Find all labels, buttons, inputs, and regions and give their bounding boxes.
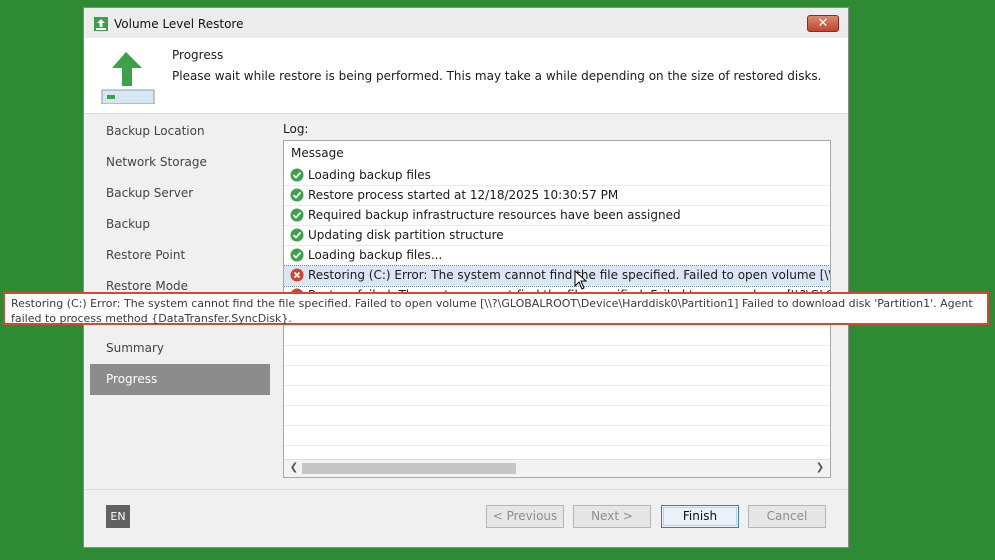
log-message: Loading backup files: [308, 168, 431, 182]
log-message: Restoring (C:) Error: The system cannot …: [308, 268, 830, 282]
error-tooltip: Restoring (C:) Error: The system cannot …: [3, 292, 989, 325]
step-backup[interactable]: Backup: [90, 209, 270, 240]
log-row[interactable]: Restore process started at 12/18/2025 10…: [284, 186, 830, 206]
log-message: Updating disk partition structure: [308, 228, 504, 242]
log-message: Required backup infrastructure resources…: [308, 208, 681, 222]
horizontal-scrollbar[interactable]: ❮ ❯: [284, 459, 830, 477]
volume-level-restore-dialog: Volume Level Restore ✕ Progress Please w…: [83, 7, 849, 548]
cancel-button[interactable]: Cancel: [748, 505, 826, 528]
empty-row: [284, 386, 830, 406]
app-icon: [94, 17, 108, 31]
next-button[interactable]: Next >: [573, 505, 651, 528]
scroll-left-icon[interactable]: ❮: [286, 461, 302, 475]
success-check-icon: [290, 228, 304, 241]
success-check-icon: [290, 208, 304, 221]
language-button[interactable]: EN: [106, 505, 130, 528]
log-message: Loading backup files...: [308, 248, 443, 262]
success-check-icon: [290, 248, 304, 261]
wizard-steps: Backup Location Network Storage Backup S…: [90, 116, 270, 395]
step-restore-point[interactable]: Restore Point: [90, 240, 270, 271]
success-check-icon: [290, 168, 304, 181]
restore-arrow-icon: [101, 52, 155, 104]
log-message: Restore process started at 12/18/2025 10…: [308, 188, 619, 202]
log-row[interactable]: Loading backup files: [284, 166, 830, 186]
footer: EN < Previous Next > Finish Cancel: [84, 489, 848, 547]
mouse-cursor-icon: [574, 270, 588, 290]
empty-row: [284, 366, 830, 386]
empty-row: [284, 426, 830, 446]
finish-button[interactable]: Finish: [661, 505, 739, 528]
step-network-storage[interactable]: Network Storage: [90, 147, 270, 178]
title-bar: Volume Level Restore ✕: [84, 8, 848, 39]
step-progress[interactable]: Progress: [90, 364, 270, 395]
header-panel: Progress Please wait while restore is be…: [84, 38, 848, 114]
error-x-icon: [290, 268, 304, 281]
previous-button[interactable]: < Previous: [486, 505, 564, 528]
step-backup-location[interactable]: Backup Location: [90, 116, 270, 147]
log-row[interactable]: Loading backup files...: [284, 246, 830, 266]
step-backup-server[interactable]: Backup Server: [90, 178, 270, 209]
page-title: Progress: [172, 48, 224, 62]
close-button[interactable]: ✕: [807, 15, 839, 32]
page-description: Please wait while restore is being perfo…: [172, 69, 822, 83]
scroll-right-icon[interactable]: ❯: [812, 461, 828, 475]
log-row[interactable]: Updating disk partition structure: [284, 226, 830, 246]
success-check-icon: [290, 188, 304, 201]
log-row[interactable]: Required backup infrastructure resources…: [284, 206, 830, 226]
message-column-header[interactable]: Message: [284, 141, 830, 166]
scroll-thumb[interactable]: [302, 463, 516, 474]
window-title: Volume Level Restore: [114, 17, 244, 31]
step-summary[interactable]: Summary: [90, 333, 270, 364]
log-label: Log:: [283, 122, 309, 136]
empty-row: [284, 406, 830, 426]
empty-row: [284, 326, 830, 346]
log-row[interactable]: Restoring (C:) Error: The system cannot …: [284, 265, 830, 287]
empty-row: [284, 346, 830, 366]
